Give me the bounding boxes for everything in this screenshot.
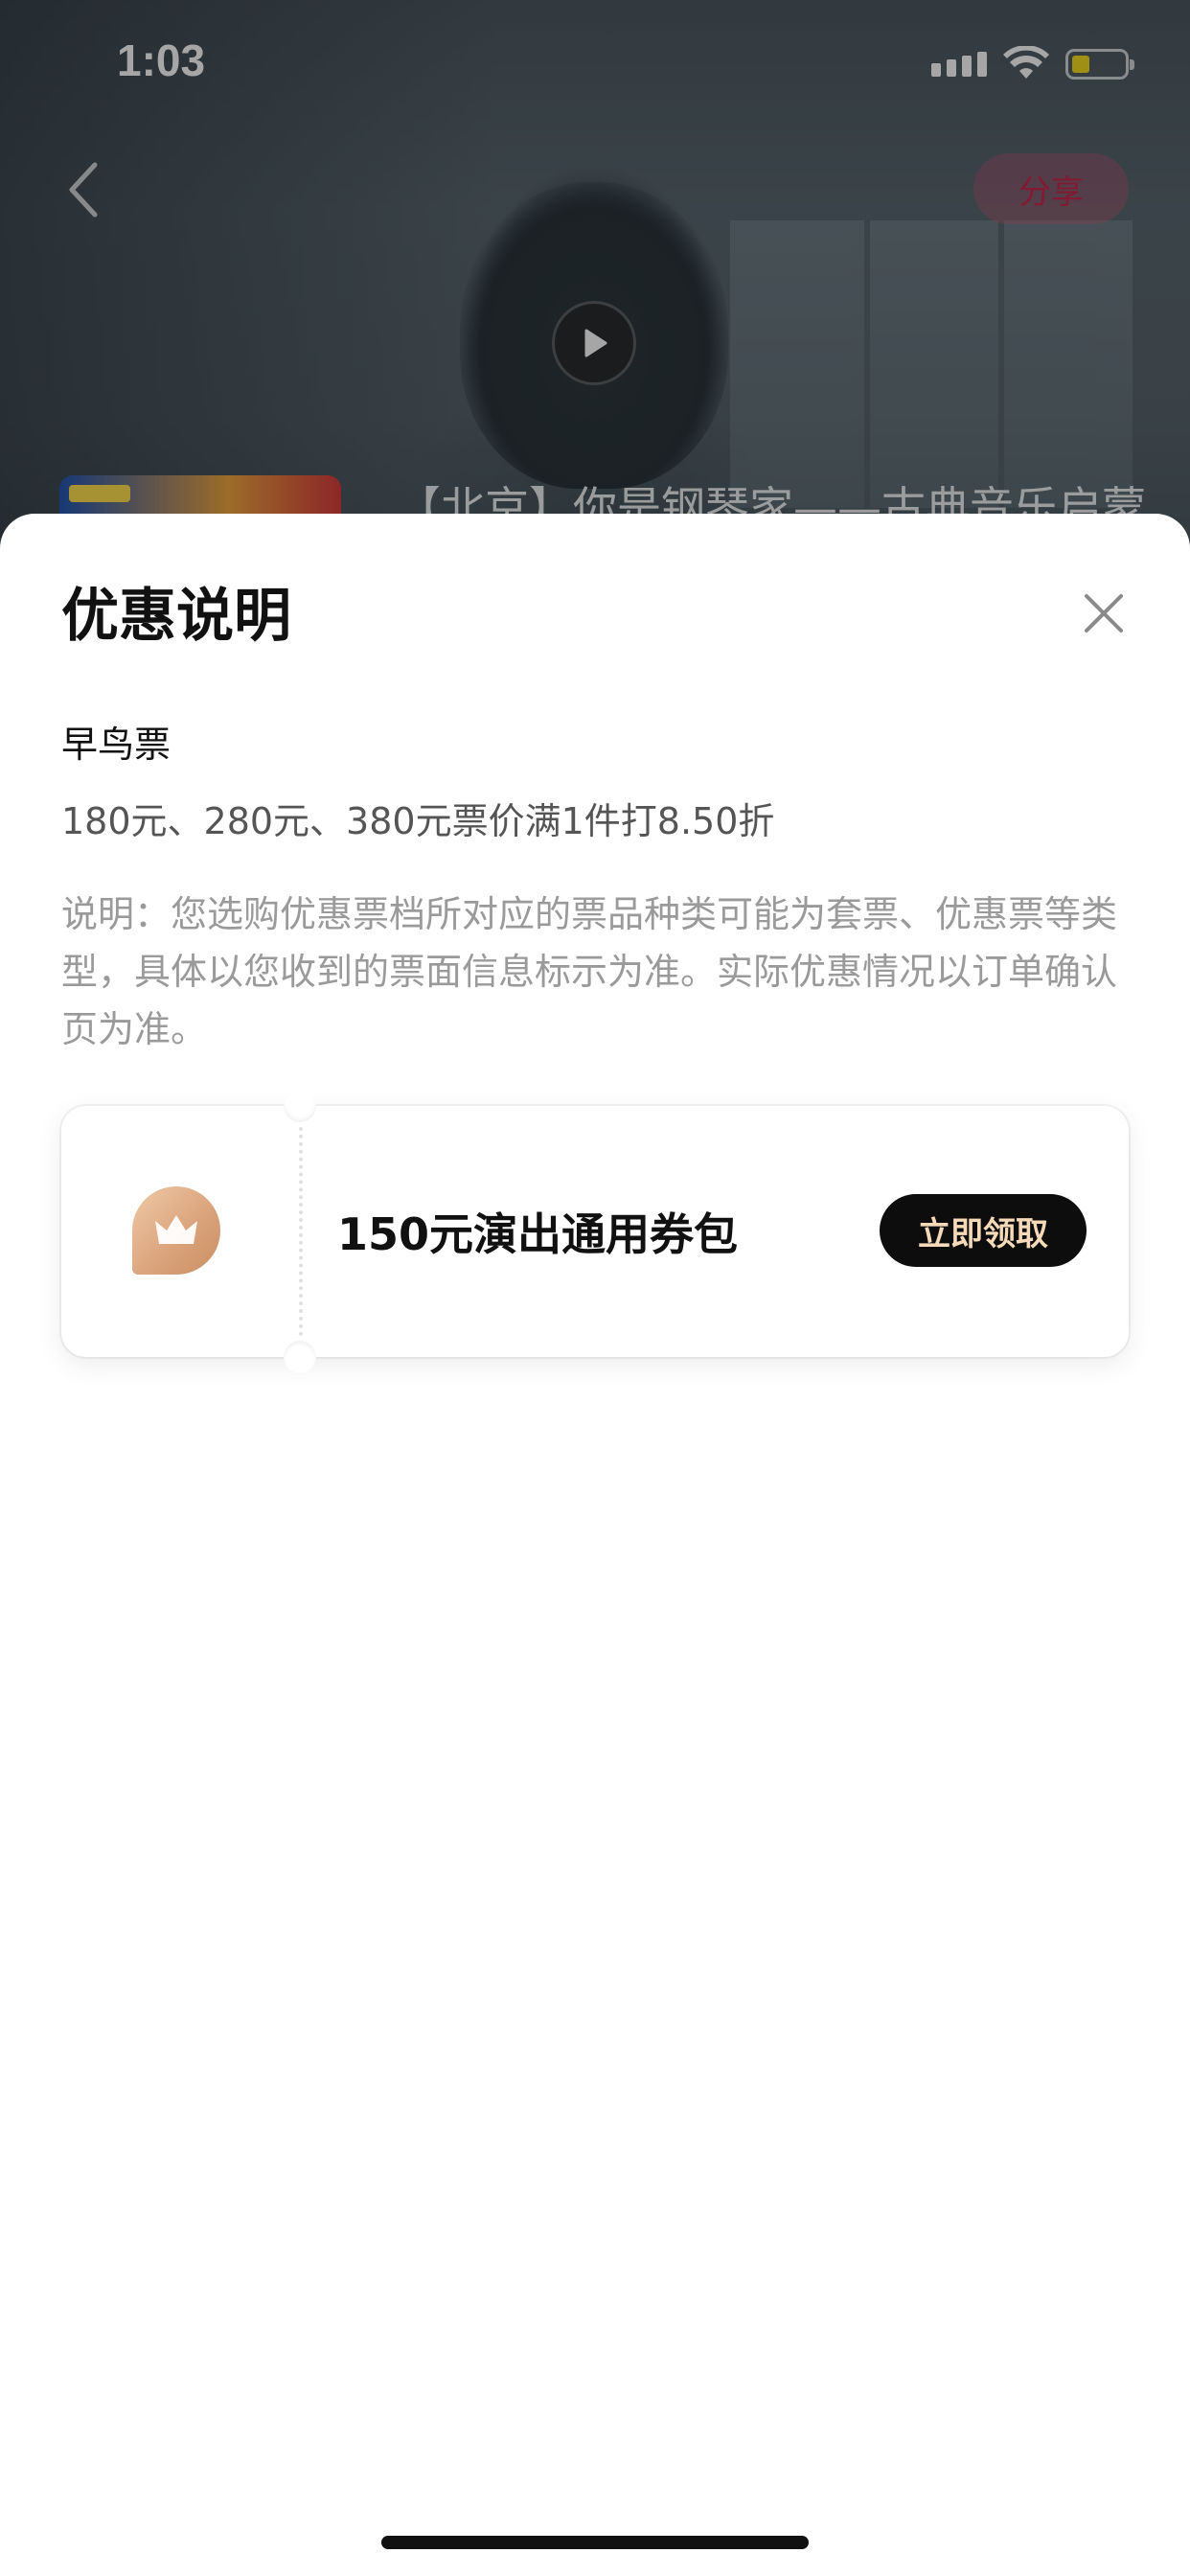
coupon-notch-top (284, 1090, 316, 1122)
home-indicator[interactable] (381, 2536, 809, 2549)
coupon-card: 150元演出通用券包 立即领取 (61, 1090, 1129, 1373)
crown-icon (132, 1186, 220, 1275)
coupon-notch-bottom (284, 1341, 316, 1373)
ticket-tier-name: 早鸟票 (61, 724, 172, 766)
discount-note: 说明：您选购优惠票档所对应的票品种类可能为套票、优惠票等类型，具体以您收到的票面… (61, 893, 1118, 1050)
coupon-name: 150元演出通用券包 (337, 1208, 739, 1260)
close-button[interactable] (1075, 585, 1133, 642)
discount-info-sheet: 优惠说明 早鸟票 180元、280元、380元票价满1件打8.50折 说明：您选… (0, 514, 1190, 2576)
coupon-divider (299, 1127, 303, 1336)
close-icon (1085, 594, 1123, 632)
sheet-title: 优惠说明 (61, 583, 291, 650)
discount-rule: 180元、280元、380元票价满1件打8.50折 (61, 800, 775, 842)
claim-coupon-button[interactable]: 立即领取 (880, 1194, 1087, 1267)
